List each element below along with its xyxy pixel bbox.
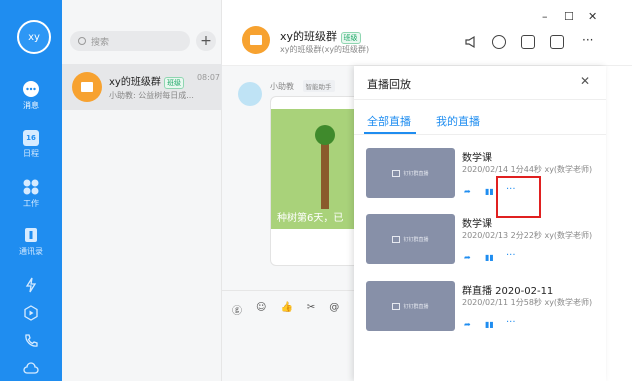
- chat-subtitle: xy的班级群(xy的班级群): [280, 45, 370, 54]
- contacts-icon: [22, 226, 40, 244]
- dingtalk-live-icon: [392, 235, 401, 243]
- user-avatar[interactable]: xy: [17, 20, 51, 54]
- share-icon[interactable]: ➦: [464, 253, 471, 262]
- nav-label-contacts: 通讯录: [19, 247, 43, 256]
- record-title[interactable]: 数学课: [462, 149, 492, 164]
- nav-item-work[interactable]: 工作: [0, 178, 62, 209]
- chat-header: – ☐ ✕ xy的班级群 班级 xy的班级群(xy的班级群) ···: [222, 0, 632, 66]
- sender-name: 小助教: [270, 82, 294, 91]
- calendar-icon: 16: [23, 130, 39, 146]
- conversation-list: 搜索 + xy的班级群 班级 08:07 小助教: 公益树每日成...: [62, 0, 222, 381]
- thumbnail-label: 钉钉群直播: [403, 303, 429, 310]
- minimize-button[interactable]: –: [542, 10, 548, 23]
- live-icon[interactable]: [550, 35, 564, 49]
- share-icon[interactable]: ➦: [464, 320, 471, 329]
- tree-leaves: [315, 125, 335, 145]
- record-meta: 2020/02/14 1分44秒 xy(数学老师): [462, 165, 593, 174]
- nav-item-lightning[interactable]: [0, 276, 62, 296]
- record-thumbnail[interactable]: 钉钉群直播: [366, 281, 455, 331]
- panel-title: 直播回放: [367, 78, 411, 91]
- cloud-icon: [22, 360, 40, 378]
- thumbnail-label: 钉钉群直播: [403, 236, 429, 243]
- thumbs-up-icon[interactable]: 👍: [280, 302, 292, 317]
- nav-item-calendar[interactable]: 16 日程: [0, 130, 62, 159]
- lightning-icon: [22, 276, 40, 294]
- nav-item-phone[interactable]: [0, 332, 62, 352]
- chat-group-avatar[interactable]: [242, 26, 270, 54]
- record-meta: 2020/02/11 1分58秒 xy(数学老师): [462, 298, 593, 307]
- search-placeholder: 搜索: [91, 37, 110, 48]
- at-icon[interactable]: @: [329, 302, 339, 317]
- nav-label-calendar: 日程: [23, 149, 39, 158]
- tree-card[interactable]: 种树第6天，已: [270, 96, 360, 266]
- chat-body: 小助教 智能助手 种树第6天，已 ⓖ ☺ 👍 ✂ @: [222, 66, 360, 381]
- nav-item-cloud[interactable]: [0, 360, 62, 380]
- folder-icon[interactable]: [521, 35, 535, 49]
- conversation-item[interactable]: xy的班级群 班级 08:07 小助教: 公益树每日成...: [62, 64, 222, 110]
- announcement-icon[interactable]: [464, 35, 478, 49]
- close-window-button[interactable]: ✕: [588, 10, 597, 23]
- record-title[interactable]: 数学课: [462, 215, 492, 230]
- tree-card-text: 种树第6天，已: [277, 213, 344, 224]
- tab-all-live[interactable]: 全部直播: [367, 113, 411, 129]
- record-thumbnail[interactable]: 钉钉群直播: [366, 148, 455, 198]
- book-icon: [81, 82, 93, 92]
- highlight-box: [496, 176, 541, 218]
- nav-item-contacts[interactable]: 通讯录: [0, 226, 62, 257]
- maximize-button[interactable]: ☐: [564, 10, 574, 23]
- record-thumbnail[interactable]: 钉钉群直播: [366, 214, 455, 264]
- chat-title: xy的班级群: [280, 30, 338, 43]
- thumbnail-label: 钉钉群直播: [403, 170, 429, 177]
- tab-my-live[interactable]: 我的直播: [436, 113, 480, 129]
- apps-grid-icon: [22, 178, 40, 196]
- search-input[interactable]: 搜索: [70, 31, 190, 51]
- live-replay-panel: 直播回放 ✕ 全部直播 我的直播 钉钉群直播 数学课 2020/02/14 1分…: [354, 66, 606, 381]
- add-button[interactable]: +: [196, 31, 216, 51]
- assistant-avatar: [238, 82, 262, 106]
- tree-trunk: [321, 139, 329, 209]
- conversation-name: xy的班级群: [109, 77, 161, 88]
- nav-label-work: 工作: [23, 199, 39, 208]
- record-more-button[interactable]: ···: [506, 250, 516, 261]
- calendar-day: 16: [26, 134, 36, 142]
- nav-label-messages: 消息: [23, 101, 39, 110]
- stats-icon[interactable]: ▮▮: [485, 187, 494, 196]
- search-icon: [78, 37, 86, 45]
- dingtalk-live-icon: [392, 169, 401, 177]
- more-menu-button[interactable]: ···: [582, 33, 593, 47]
- chat-class-badge: 班级: [340, 32, 361, 44]
- conversation-time: 08:07: [196, 73, 220, 82]
- record-more-button[interactable]: ···: [506, 317, 516, 328]
- panel-divider: [354, 99, 606, 100]
- conversation-preview: 小助教: 公益树每日成...: [109, 91, 194, 100]
- nav-item-messages[interactable]: 消息: [0, 80, 62, 111]
- sender-tag: 智能助手: [302, 80, 335, 92]
- hexagon-play-icon: [22, 304, 40, 322]
- left-nav: xy 消息 16 日程 工作 通讯录: [0, 0, 62, 381]
- input-divider: [222, 290, 354, 291]
- emoji-icon[interactable]: ☺: [256, 302, 266, 317]
- class-badge: 班级: [164, 77, 185, 89]
- chat-bubble-icon: [22, 80, 40, 98]
- scissors-icon[interactable]: ✂: [307, 302, 315, 317]
- stats-icon[interactable]: ▮▮: [485, 253, 494, 262]
- record-title[interactable]: 群直播 2020-02-11: [462, 282, 553, 297]
- gif-icon[interactable]: ⓖ: [232, 302, 242, 317]
- stats-icon[interactable]: ▮▮: [485, 320, 494, 329]
- phone-icon: [22, 332, 40, 350]
- panel-close-button[interactable]: ✕: [580, 74, 590, 88]
- call-icon[interactable]: [492, 35, 506, 49]
- share-icon[interactable]: ➦: [464, 187, 471, 196]
- nav-item-hexagon[interactable]: [0, 304, 62, 324]
- tab-divider: [354, 134, 606, 135]
- group-avatar: [72, 72, 102, 102]
- book-icon: [250, 35, 262, 45]
- dingtalk-live-icon: [392, 302, 401, 310]
- record-meta: 2020/02/13 2分22秒 xy(数学老师): [462, 231, 593, 240]
